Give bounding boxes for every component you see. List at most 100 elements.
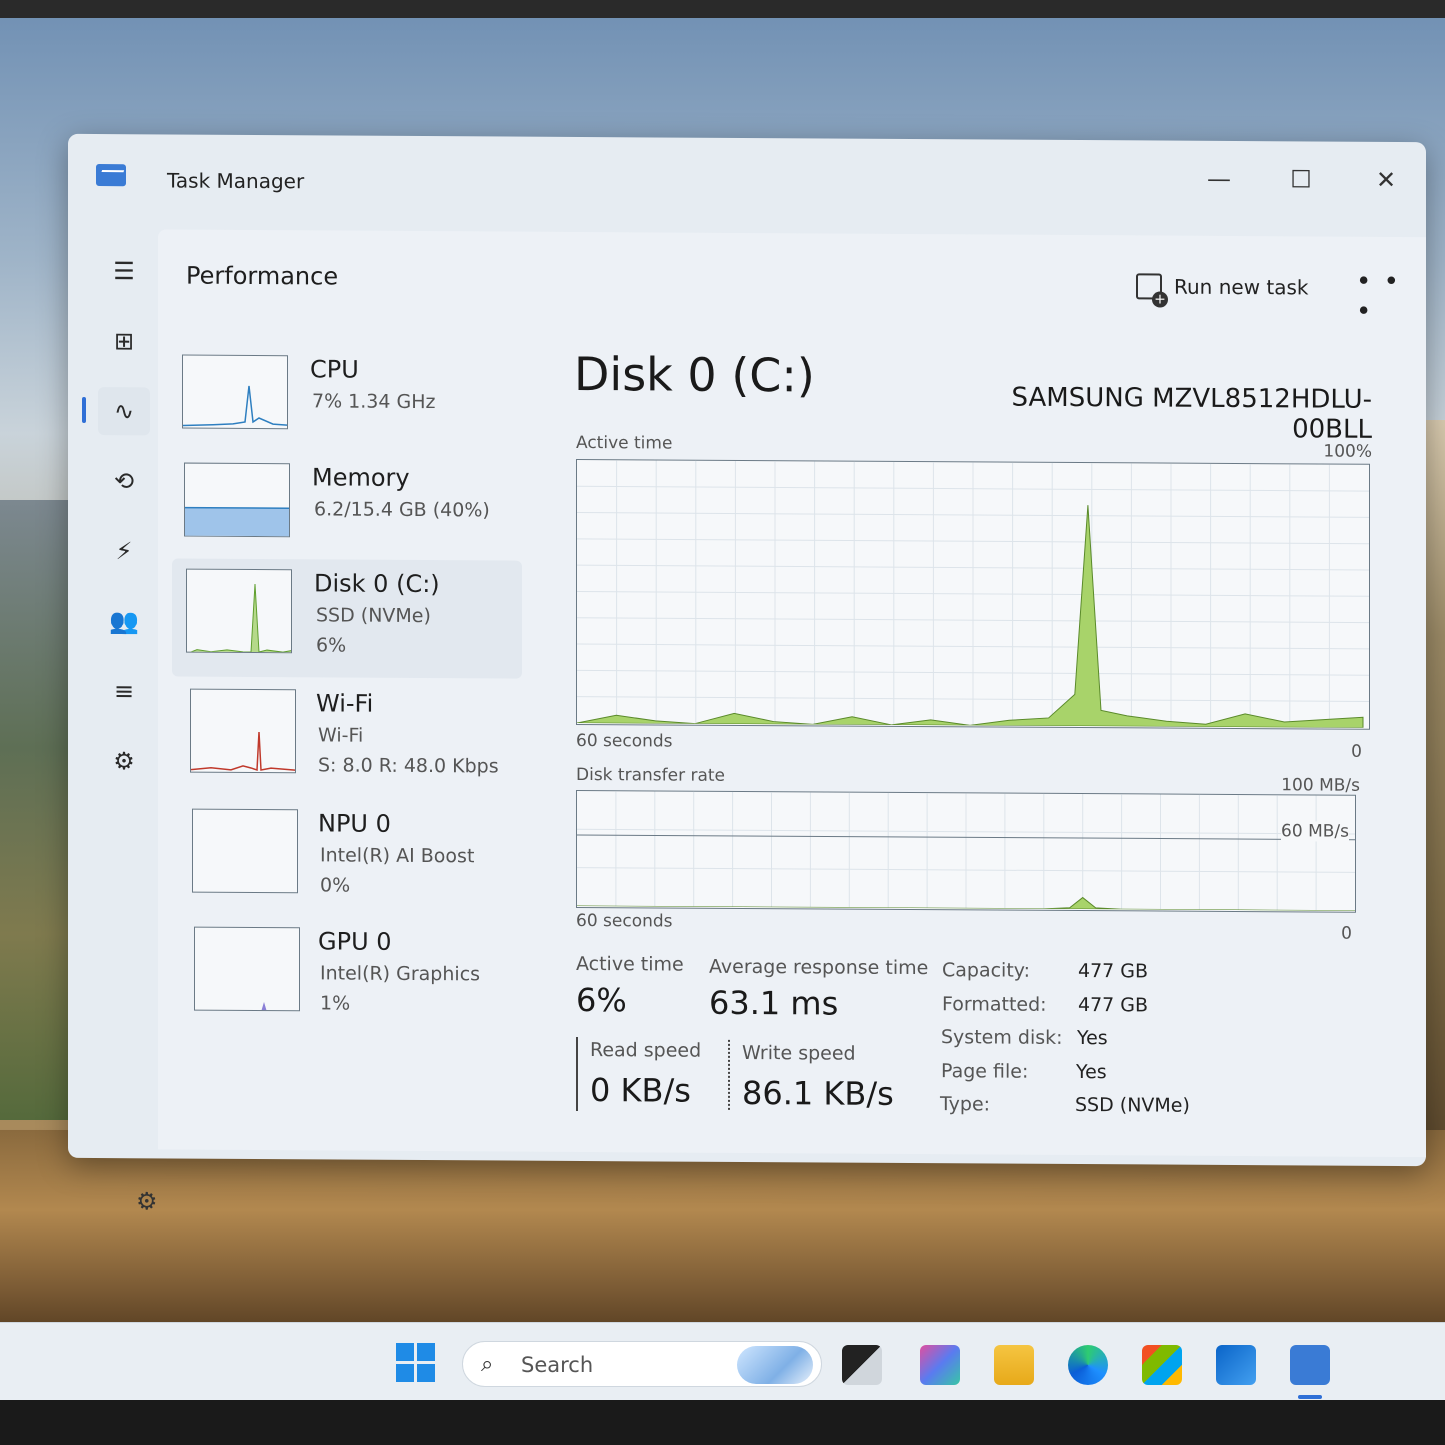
services-icon[interactable]: ⚙ [98, 737, 150, 785]
type-label: Type: [940, 1093, 991, 1116]
device-list: CPU 7% 1.34 GHz Memory 6.2/15.4 GB (40%)… [172, 344, 532, 1015]
performance-content: Performance Run new task • • • CPU 7% 1.… [158, 229, 1426, 1158]
active-time-area [576, 505, 1364, 729]
capacity-value: 477 GB [1078, 960, 1149, 983]
search-highlight-image [737, 1346, 813, 1384]
transfer-rate-min-label: 0 [1341, 923, 1352, 944]
app-history-icon[interactable]: ⟲ [98, 457, 150, 505]
outlook-icon[interactable] [1216, 1345, 1256, 1385]
device-throughput: S: 8.0 R: 48.0 Kbps [318, 754, 499, 778]
navigation-rail: ☰ ⊞ ∿ ⟲ ⚡ 👥 ≡ ⚙ ⚙ [82, 229, 158, 1215]
microsoft-365-icon[interactable] [920, 1345, 960, 1385]
taskbar-search-box[interactable]: ⌕ Search [462, 1341, 822, 1387]
device-item-memory[interactable]: Memory 6.2/15.4 GB (40%) [172, 452, 522, 572]
device-detail: Wi-Fi [318, 724, 364, 747]
active-app-indicator [1298, 1395, 1322, 1399]
startup-apps-icon[interactable]: ⚡ [98, 527, 150, 575]
close-button[interactable]: ✕ [1363, 164, 1409, 196]
transfer-rate-chart [577, 791, 1355, 912]
window-title: Task Manager [167, 168, 305, 194]
windows-logo-tile [396, 1364, 414, 1382]
page-file-label: Page file: [941, 1060, 1029, 1083]
windows-logo-tile [417, 1343, 435, 1361]
device-detail: Intel(R) AI Boost [320, 844, 475, 868]
task-manager-window: Task Manager — ☐ ✕ ☰ ⊞ ∿ ⟲ ⚡ 👥 ≡ ⚙ ⚙ Per… [68, 133, 1426, 1215]
device-name: CPU [310, 355, 359, 384]
formatted-label: Formatted: [942, 993, 1047, 1016]
disk-detail-panel: Disk 0 (C:) SAMSUNG MZVL8512HDLU-00BLL A… [562, 347, 1372, 1117]
device-item-wifi[interactable]: Wi-Fi Wi-Fi S: 8.0 R: 48.0 Kbps [172, 678, 522, 798]
task-manager-app-icon [96, 164, 126, 187]
device-item-cpu[interactable]: CPU 7% 1.34 GHz [172, 344, 522, 464]
users-icon[interactable]: 👥 [98, 597, 150, 645]
run-new-task-label: Run new task [1174, 274, 1309, 300]
monitor-bezel-top [0, 0, 1445, 18]
read-speed-legend-line [576, 1036, 578, 1111]
run-new-task-button[interactable]: Run new task [1136, 269, 1309, 304]
disk-thumbnail-graph [186, 568, 292, 654]
title-bar[interactable]: Task Manager — ☐ ✕ [68, 134, 1426, 232]
avg-response-stat-label: Average response time [709, 955, 929, 980]
active-time-min-label: 0 [1351, 741, 1362, 762]
processes-icon[interactable]: ⊞ [98, 317, 150, 365]
microsoft-store-icon[interactable] [1142, 1345, 1182, 1385]
device-name: Disk 0 (C:) [314, 569, 440, 599]
write-speed-value: 86.1 KB/s [742, 1073, 894, 1113]
device-type: SSD (NVMe) [316, 604, 431, 628]
device-item-gpu-0[interactable]: GPU 0 Intel(R) Graphics 1% [172, 916, 522, 1036]
device-name: NPU 0 [318, 809, 391, 838]
active-time-max-label: 100% [1323, 441, 1372, 462]
formatted-value: 477 GB [1078, 994, 1149, 1017]
active-time-duration-label: 60 seconds [576, 730, 673, 752]
run-task-icon [1136, 273, 1162, 300]
device-name: Wi-Fi [316, 689, 374, 718]
wifi-thumbnail-graph [190, 688, 296, 774]
more-options-button[interactable]: • • • [1356, 267, 1426, 327]
file-explorer-icon[interactable] [994, 1345, 1034, 1385]
page-title: Performance [186, 261, 339, 291]
device-detail: Intel(R) Graphics [320, 962, 481, 986]
device-name: Memory [312, 463, 410, 492]
read-speed-value: 0 KB/s [590, 1071, 691, 1110]
active-time-stat-value: 6% [576, 980, 627, 1020]
cpu-thumbnail-graph [182, 354, 288, 430]
monitor-bezel-bottom [0, 1400, 1445, 1445]
windows-logo-icon [396, 1343, 414, 1361]
device-usage: 6% [316, 634, 347, 657]
active-time-graph-label: Active time [576, 432, 673, 454]
task-view-icon[interactable] [842, 1345, 882, 1385]
transfer-rate-graph: 60 MB/s [576, 789, 1356, 913]
start-button[interactable] [396, 1343, 436, 1383]
active-time-graph [576, 458, 1370, 730]
settings-gear-icon[interactable]: ⚙ [136, 1187, 158, 1215]
device-detail: 6.2/15.4 GB (40%) [314, 498, 490, 522]
device-item-disk-0[interactable]: Disk 0 (C:) SSD (NVMe) 6% [172, 558, 522, 679]
avg-response-stat-value: 63.1 ms [709, 983, 839, 1023]
nav-active-indicator [82, 396, 86, 423]
page-file-value: Yes [1076, 1061, 1107, 1084]
details-icon[interactable]: ≡ [98, 667, 150, 715]
minimize-button[interactable]: — [1196, 163, 1242, 195]
active-time-stat-label: Active time [576, 952, 684, 976]
device-usage: 0% [320, 874, 351, 897]
hamburger-icon[interactable]: ☰ [98, 247, 150, 295]
active-time-chart [576, 460, 1369, 729]
capacity-label: Capacity: [942, 959, 1031, 982]
device-name: GPU 0 [318, 927, 392, 956]
search-placeholder: Search [521, 1353, 594, 1377]
performance-icon[interactable]: ∿ [98, 387, 150, 436]
disk-model: SAMSUNG MZVL8512HDLU-00BLL [1011, 382, 1372, 445]
transfer-rate-graph-label: Disk transfer rate [576, 764, 725, 786]
windows-logo-tile [417, 1364, 435, 1382]
device-usage: 1% [320, 992, 351, 1015]
device-item-npu-0[interactable]: NPU 0 Intel(R) AI Boost 0% [172, 798, 522, 918]
search-icon: ⌕ [481, 1352, 494, 1377]
type-value: SSD (NVMe) [1075, 1094, 1190, 1117]
transfer-rate-mid-label: 60 MB/s [1281, 821, 1349, 842]
transfer-rate-max-label: 100 MB/s [1281, 775, 1360, 796]
transfer-rate-duration-label: 60 seconds [576, 910, 673, 932]
maximize-button[interactable]: ☐ [1278, 163, 1324, 195]
task-manager-taskbar-icon[interactable] [1290, 1345, 1330, 1385]
disk-title: Disk 0 (C:) [574, 346, 815, 403]
edge-browser-icon[interactable] [1068, 1345, 1108, 1385]
